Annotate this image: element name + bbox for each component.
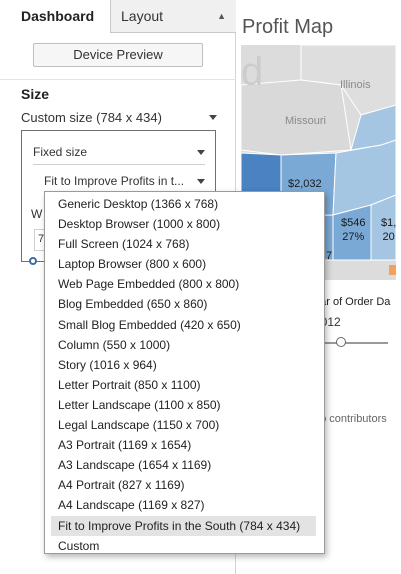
size-preset-option[interactable]: A3 Landscape (1654 x 1169): [45, 455, 324, 475]
tab-dashboard[interactable]: Dashboard: [0, 0, 110, 33]
map-value-amount: $546: [341, 217, 366, 229]
size-preset-option[interactable]: Legal Landscape (1150 x 700): [45, 415, 324, 435]
size-mode-dropdown[interactable]: Fixed size: [33, 145, 205, 165]
size-preset-option[interactable]: Letter Portrait (850 x 1100): [45, 375, 324, 395]
map-partial-label: d: [241, 50, 264, 94]
dashboard-title: Profit Map: [242, 16, 334, 38]
size-preset-option[interactable]: Desktop Browser (1000 x 800): [45, 214, 324, 234]
size-preset-option[interactable]: A3 Portrait (1169 x 1654): [45, 435, 324, 455]
map-value-label: $1, 20: [381, 216, 396, 244]
map-value-label: $546 27%: [341, 216, 365, 244]
chevron-down-icon: [209, 115, 217, 120]
size-preset-list: Generic Desktop (1366 x 768) Desktop Brow…: [44, 191, 325, 554]
size-preset-value: Fit to Improve Profits in t...: [44, 174, 185, 188]
size-preset-option[interactable]: Blog Embedded (650 x 860): [45, 294, 324, 314]
state-label: Illinois: [340, 79, 371, 91]
size-preset-option[interactable]: Story (1016 x 964): [45, 355, 324, 375]
size-preset-option[interactable]: Custom: [45, 536, 324, 556]
map-value-label: $2,032: [288, 178, 322, 190]
size-preset-option[interactable]: Generic Desktop (1366 x 768): [45, 194, 324, 214]
section-divider: [0, 79, 236, 80]
size-preset-option[interactable]: Web Page Embedded (800 x 800): [45, 274, 324, 294]
size-preset-option[interactable]: Small Blog Embedded (420 x 650): [45, 315, 324, 335]
size-preset-option[interactable]: Column (550 x 1000): [45, 335, 324, 355]
chevron-down-icon: [197, 150, 205, 155]
state-label: Missouri: [285, 115, 326, 127]
size-dropdown[interactable]: Custom size (784 x 434): [21, 110, 217, 128]
size-mode-value: Fixed size: [33, 145, 88, 159]
year-slider-thumb[interactable]: [336, 337, 346, 347]
size-heading: Size: [21, 86, 50, 102]
map-value-amount: $1,: [381, 217, 396, 229]
map-value-label: 7: [326, 250, 333, 262]
map-value-percent: 27%: [342, 231, 365, 243]
chevron-down-icon: [197, 179, 205, 184]
size-preset-option[interactable]: A4 Portrait (827 x 1169): [45, 475, 324, 495]
size-preset-option[interactable]: Fit to Improve Profits in the South (784…: [51, 515, 316, 536]
width-label: W: [31, 207, 43, 221]
size-dropdown-value: Custom size (784 x 434): [21, 110, 162, 125]
year-filter-title: ear of Order Da: [314, 296, 391, 308]
size-preset-option[interactable]: Letter Landscape (1100 x 850): [45, 395, 324, 415]
tab-layout[interactable]: Layout ▲: [110, 0, 236, 33]
device-preview-button[interactable]: Device Preview: [33, 43, 203, 67]
radio-button[interactable]: [29, 257, 37, 265]
size-preset-option[interactable]: A4 Landscape (1169 x 827): [45, 495, 324, 515]
map-value-percent: 20: [382, 231, 395, 243]
size-preset-option[interactable]: Laptop Browser (800 x 600): [45, 254, 324, 274]
up-down-arrows-icon: ▲: [217, 11, 226, 21]
tab-layout-label: Layout: [121, 8, 164, 24]
panel-tabs: Dashboard Layout ▲: [0, 0, 236, 33]
size-preset-option[interactable]: Full Screen (1024 x 768): [45, 234, 324, 254]
